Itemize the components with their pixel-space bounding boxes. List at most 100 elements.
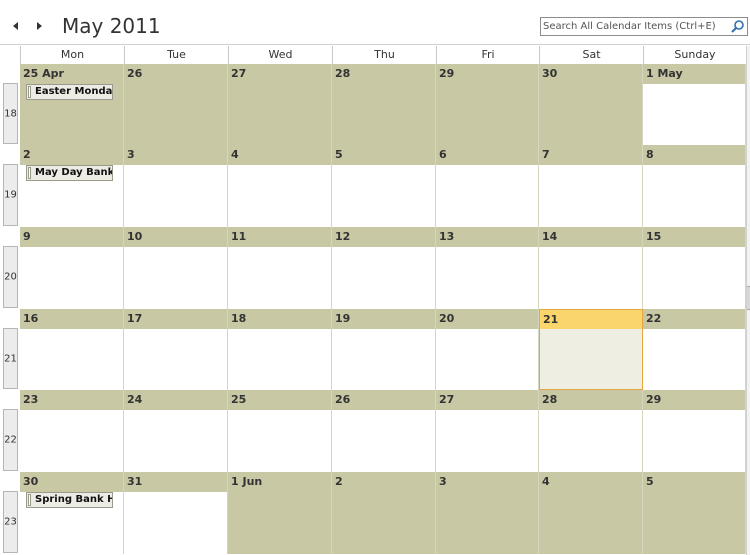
day-cell-body[interactable] [436,329,538,390]
day-cell[interactable]: 4 [228,145,332,227]
day-cell[interactable]: 28 [539,390,643,472]
day-cell[interactable]: 30 [539,64,643,145]
day-cell[interactable]: 26 [124,64,228,145]
day-cell-body[interactable] [332,492,435,554]
day-cell-body[interactable] [332,165,435,227]
day-cell[interactable]: 23 [20,390,124,472]
day-cell-body[interactable] [643,165,745,227]
calendar-event[interactable]: Easter Monday [26,84,113,100]
day-cell-body[interactable] [539,165,642,227]
day-cell-body[interactable] [124,329,227,390]
day-cell[interactable]: 1 Jun [228,472,332,554]
day-cell[interactable]: 26 [332,390,436,472]
day-cell-body[interactable] [332,410,435,472]
day-cell[interactable]: 1 May [643,64,746,145]
day-cell[interactable]: 4 [539,472,643,554]
day-cell-header: 13 [436,227,538,247]
week-number[interactable]: 19 [3,164,18,226]
day-cell-body[interactable] [643,410,745,472]
day-header: Thu [332,46,436,64]
day-cell[interactable]: 17 [124,309,228,390]
day-cell[interactable]: 8 [643,145,746,227]
day-cell[interactable]: 5 [643,472,746,554]
day-cell-body[interactable] [643,492,745,554]
day-cell-body[interactable] [332,247,435,309]
day-cell[interactable]: 24 [124,390,228,472]
day-cell-body[interactable] [228,165,331,227]
day-cell[interactable]: 2 [332,472,436,554]
day-cell-body[interactable] [540,329,642,389]
day-cell-body[interactable] [436,492,538,554]
day-cell[interactable]: 2 May Day Bank [20,145,124,227]
search-input[interactable] [543,19,723,34]
day-cell-body[interactable] [436,165,538,227]
day-cell-body[interactable] [228,329,331,390]
day-cell[interactable]: 27 [436,390,539,472]
day-cell-body[interactable] [228,247,331,309]
day-cell[interactable]: 25 Apr Easter Monday [20,64,124,145]
day-cell[interactable]: 14 [539,227,643,309]
day-cell[interactable]: 28 [332,64,436,145]
day-cell-body[interactable] [436,84,538,145]
day-cell[interactable]: 7 [539,145,643,227]
day-cell[interactable]: 19 [332,309,436,390]
search-box[interactable] [540,17,748,36]
day-cell-body[interactable] [228,492,331,554]
back-arrow-icon[interactable] [10,18,22,34]
day-cell-body[interactable] [332,329,435,390]
day-cell[interactable]: 15 [643,227,746,309]
day-cell-body[interactable] [539,410,642,472]
week-number[interactable]: 23 [3,491,18,553]
day-cell[interactable]: 29 [436,64,539,145]
day-cell-body[interactable] [332,84,435,145]
day-cell[interactable]: 18 [228,309,332,390]
day-cell[interactable]: 16 [20,309,124,390]
divider [0,44,750,45]
day-cell[interactable]: 11 [228,227,332,309]
day-cell-body[interactable] [436,410,538,472]
day-cell[interactable]: 9 [20,227,124,309]
day-cell-body[interactable] [124,247,227,309]
day-cell-body[interactable] [539,247,642,309]
day-cell-body[interactable] [539,492,642,554]
day-cell[interactable]: 3 [436,472,539,554]
day-cell-body[interactable] [124,492,227,554]
day-cell[interactable]: 20 [436,309,539,390]
week-number[interactable]: 22 [3,409,18,471]
day-cell[interactable]: 30 Spring Bank Ho [20,472,124,554]
day-cell-body[interactable] [20,247,123,309]
day-cell[interactable]: 31 [124,472,228,554]
week-number[interactable]: 18 [3,83,18,144]
day-number: 26 [335,393,351,406]
day-cell-body[interactable] [643,247,745,309]
day-cell-body[interactable] [436,247,538,309]
day-cell-body[interactable] [124,410,227,472]
week-number[interactable]: 20 [3,246,18,308]
day-cell-body[interactable] [124,84,227,145]
day-cell-body[interactable] [643,329,745,390]
day-cell[interactable]: 25 [228,390,332,472]
day-cell[interactable]: 13 [436,227,539,309]
day-cell-body[interactable] [20,329,123,390]
day-cell-today[interactable]: 21 [539,309,643,390]
day-cell[interactable]: 6 [436,145,539,227]
week-number[interactable]: 21 [3,328,18,389]
day-cell[interactable]: 5 [332,145,436,227]
day-cell[interactable]: 22 [643,309,746,390]
day-cell[interactable]: 12 [332,227,436,309]
day-cell-body[interactable] [228,410,331,472]
day-cell-body[interactable] [228,84,331,145]
calendar-event[interactable]: Spring Bank Ho [26,492,113,508]
day-cell[interactable]: 10 [124,227,228,309]
calendar-event[interactable]: May Day Bank [26,165,113,181]
search-icon[interactable] [730,19,746,34]
forward-arrow-icon[interactable] [33,18,45,34]
day-cell-body[interactable] [539,84,642,145]
day-cell-body[interactable] [20,410,123,472]
vertical-scrollbar[interactable] [746,46,750,555]
day-cell-body[interactable] [124,165,227,227]
day-cell[interactable]: 3 [124,145,228,227]
day-cell-body[interactable] [643,84,745,145]
day-cell[interactable]: 27 [228,64,332,145]
day-cell[interactable]: 29 [643,390,746,472]
